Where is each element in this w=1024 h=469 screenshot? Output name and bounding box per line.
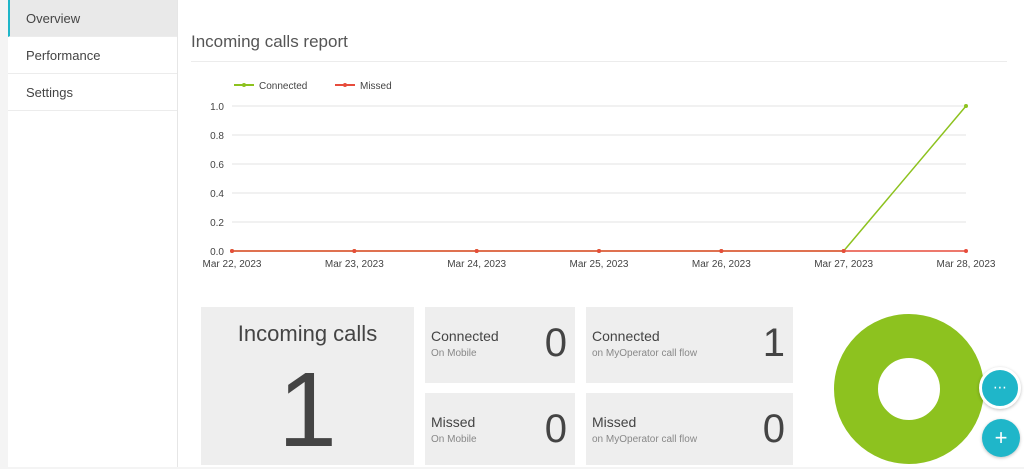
x-tick-label-2: Mar 24, 2023 — [447, 259, 506, 270]
x-tick-label-3: Mar 25, 2023 — [570, 259, 629, 270]
incoming-calls-chart: Connected Missed 0.0 0.2 0.4 0.6 0.8 1.0 Mar 22,… — [203, 81, 996, 270]
chat-icon: ⋯ — [993, 379, 1007, 395]
connected-flow-sub: on MyOperator call flow — [592, 348, 698, 359]
connected-mobile-tile: Connected On Mobile 0 — [425, 307, 575, 383]
chat-button[interactable]: ⋯ — [979, 367, 1021, 409]
sidebar-item-performance[interactable]: Performance — [8, 37, 177, 74]
incoming-calls-value: 1 — [278, 351, 337, 469]
incoming-calls-label: Incoming calls — [237, 321, 378, 346]
series-1-point-4 — [719, 249, 724, 253]
calls-donut-chart — [834, 314, 984, 464]
report-title: Incoming calls report — [191, 32, 348, 51]
series-1-point-5 — [841, 249, 846, 253]
add-button[interactable]: + — [982, 419, 1020, 457]
incoming-calls-tile: Incoming calls 1 — [201, 307, 414, 465]
series-1-point-6 — [964, 249, 968, 253]
series-1-point-3 — [597, 249, 601, 253]
sidebar-item-settings[interactable]: Settings — [8, 74, 177, 111]
y-tick-label-2: 0.4 — [210, 189, 224, 200]
x-tick-label-5: Mar 27, 2023 — [814, 259, 873, 270]
series-1-point-0 — [230, 249, 234, 253]
legend-label-0: Connected — [259, 81, 307, 92]
x-tick-label-0: Mar 22, 2023 — [203, 259, 262, 270]
connected-mobile-value: 0 — [544, 321, 567, 365]
missed-mobile-sub: On Mobile — [431, 434, 477, 445]
connected-flow-tile: Connected on MyOperator call flow 1 — [586, 307, 793, 383]
missed-flow-label: Missed — [592, 414, 637, 430]
missed-flow-value: 0 — [762, 407, 785, 451]
series-1-point-1 — [352, 249, 357, 253]
legend-marker-1 — [343, 83, 347, 87]
missed-flow-sub: on MyOperator call flow — [592, 434, 698, 445]
x-tick-label-6: Mar 28, 2023 — [937, 259, 996, 270]
legend-marker-0 — [242, 83, 246, 87]
report-panel: Incoming calls report Connected Missed 0.0… — [182, 3, 1021, 465]
y-tick-label-3: 0.6 — [210, 160, 224, 171]
missed-flow-tile: Missed on MyOperator call flow 0 — [586, 393, 793, 465]
sidebar-item-overview[interactable]: Overview — [8, 0, 177, 37]
x-tick-label-1: Mar 23, 2023 — [325, 259, 384, 270]
series-line-0 — [232, 105, 967, 252]
missed-mobile-value: 0 — [544, 407, 567, 451]
connected-mobile-sub: On Mobile — [431, 348, 477, 359]
series-1-point-2 — [474, 249, 479, 253]
x-tick-label-4: Mar 26, 2023 — [692, 259, 751, 270]
missed-mobile-tile: Missed On Mobile 0 — [425, 393, 575, 465]
y-tick-label-0: 0.0 — [210, 247, 224, 258]
y-tick-label-5: 1.0 — [210, 102, 224, 113]
title-divider — [191, 61, 1007, 62]
series-0-point-6 — [964, 104, 968, 108]
connected-mobile-label: Connected — [431, 328, 499, 344]
sidebar: Overview Performance Settings — [8, 0, 178, 467]
donut-segment-0 — [834, 314, 984, 464]
main-content: Incoming calls report Connected Missed 0.0… — [178, 0, 1024, 467]
plus-icon: + — [994, 425, 1008, 450]
connected-flow-value: 1 — [762, 321, 785, 365]
y-tick-label-1: 0.2 — [210, 218, 224, 229]
missed-mobile-label: Missed — [431, 414, 476, 430]
connected-flow-label: Connected — [592, 328, 660, 344]
y-tick-label-4: 0.8 — [210, 131, 224, 142]
legend-label-1: Missed — [360, 81, 392, 92]
